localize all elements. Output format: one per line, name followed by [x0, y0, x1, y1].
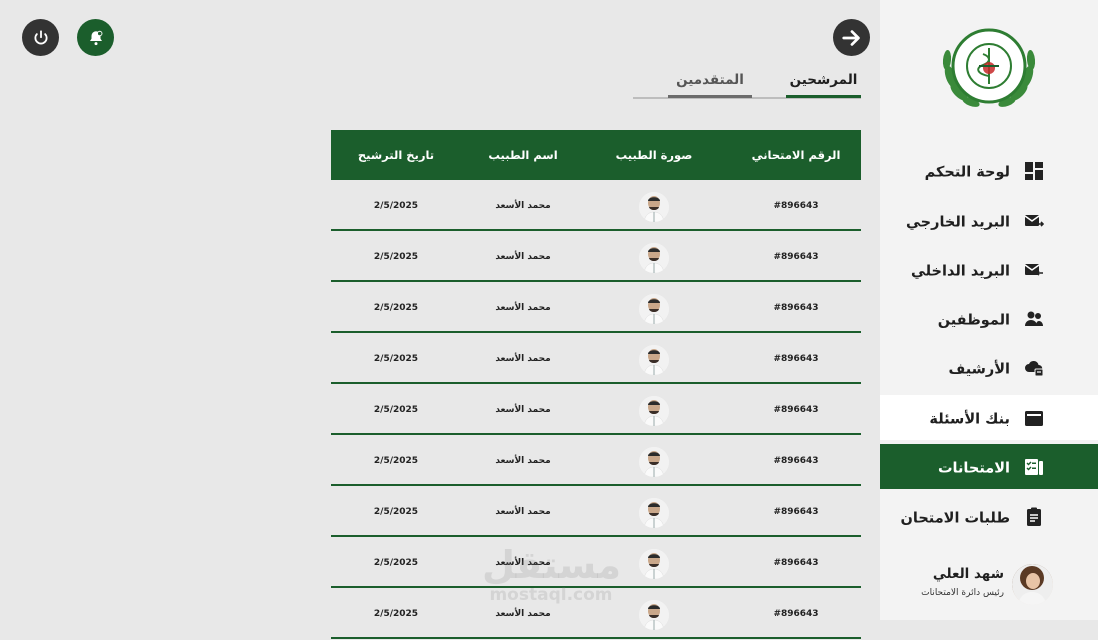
sidebar-item-cloud-archive[interactable]: الأرشيف — [880, 345, 1098, 390]
avatar — [1012, 564, 1053, 605]
watermark-arabic: مستقل — [482, 543, 621, 587]
table-row[interactable]: #896643 محمد الأسعد 2/5/2025 — [331, 435, 861, 486]
doctor-name: محمد الأسعد — [495, 507, 551, 517]
doctor-name: محمد الأسعد — [495, 405, 551, 415]
exam-number: #896643 — [773, 558, 819, 568]
arrow-right-icon — [841, 29, 860, 46]
sidebar-item-label: لوحة التحكم — [924, 164, 1010, 180]
table-row[interactable]: #896643 محمد الأسعد 2/5/2025 — [331, 180, 861, 231]
header-doctor-photo: صورة الطبيب — [615, 148, 693, 162]
sidebar-item-label: الموظفين — [937, 312, 1010, 328]
doctor-name: محمد الأسعد — [495, 201, 551, 211]
nomination-date: 2/5/2025 — [373, 405, 419, 415]
exam-number: #896643 — [773, 354, 819, 364]
sidebar-item-label: طلبات الامتحان — [900, 510, 1011, 526]
nomination-date: 2/5/2025 — [373, 201, 419, 211]
exam-number: #896643 — [773, 201, 819, 211]
sidebar-item-mail-incoming[interactable]: البريد الداخلي — [880, 247, 1098, 292]
table-row[interactable]: #896643 محمد الأسعد 2/5/2025 — [331, 282, 861, 333]
sidebar-item-label: بنك الأسئلة — [929, 411, 1010, 427]
table-row[interactable]: #896643 محمد الأسعد 2/5/2025 — [331, 333, 861, 384]
bell-icon — [89, 30, 102, 45]
nomination-date: 2/5/2025 — [373, 303, 419, 313]
exam-number: #896643 — [773, 405, 819, 415]
question-bank-icon — [1024, 408, 1044, 428]
nomination-date: 2/5/2025 — [373, 609, 419, 619]
power-button[interactable] — [22, 19, 59, 56]
sidebar-item-label: الامتحانات — [937, 460, 1010, 476]
sidebar-item-users[interactable]: الموظفين — [880, 296, 1098, 341]
exam-number: #896643 — [773, 609, 819, 619]
doctor-photo — [639, 192, 669, 222]
syrian-board-logo — [942, 28, 1036, 107]
nomination-date: 2/5/2025 — [373, 456, 419, 466]
table-header: الرقم الامتحاني صورة الطبيب اسم الطبيب ت… — [331, 130, 861, 180]
exam-number: #896643 — [773, 303, 819, 313]
tabs: المرشحين المتقدمين — [633, 72, 861, 100]
exams-icon — [1024, 457, 1044, 477]
users-icon — [1024, 309, 1044, 329]
sidebar-item-dashboard[interactable]: لوحة التحكم — [880, 148, 1098, 193]
table-row[interactable]: #896643 محمد الأسعد 2/5/2025 — [331, 231, 861, 282]
nomination-date: 2/5/2025 — [373, 354, 419, 364]
header-nomination-date: تاريخ الترشيح — [357, 148, 435, 162]
nomination-date: 2/5/2025 — [373, 558, 419, 568]
doctor-name: محمد الأسعد — [495, 354, 551, 364]
user-profile[interactable]: شهد العلي رئيس دائرة الامتحانات — [880, 552, 1098, 620]
nomination-date: 2/5/2025 — [373, 507, 419, 517]
sidebar: لوحة التحكم البريد الخارجي البريد الداخلي ا… — [880, 0, 1098, 620]
nomination-date: 2/5/2025 — [373, 252, 419, 262]
doctor-photo — [639, 447, 669, 477]
doctor-photo — [639, 498, 669, 528]
doctor-photo — [639, 243, 669, 273]
sidebar-item-question-bank[interactable]: بنك الأسئلة — [880, 395, 1098, 440]
power-icon — [33, 29, 48, 44]
doctor-photo — [639, 600, 669, 630]
sidebar-item-label: البريد الداخلي — [910, 263, 1010, 279]
doctor-photo — [639, 549, 669, 579]
doctor-name: محمد الأسعد — [495, 252, 551, 262]
profile-role: رئيس دائرة الامتحانات — [921, 588, 1004, 598]
doctor-name: محمد الأسعد — [495, 303, 551, 313]
header-exam-number: الرقم الامتحاني — [751, 148, 841, 162]
exam-number: #896643 — [773, 456, 819, 466]
watermark-english: mostaql.com — [489, 585, 613, 605]
sidebar-item-label: البريد الخارجي — [906, 214, 1010, 230]
mail-outgoing-icon — [1024, 211, 1044, 231]
tab-candidates[interactable]: المرشحين — [786, 72, 861, 98]
sidebar-item-exam-requests[interactable]: طلبات الامتحان — [880, 494, 1098, 539]
sidebar-item-label: الأرشيف — [948, 361, 1010, 377]
sidebar-item-mail-outgoing[interactable]: البريد الخارجي — [880, 198, 1098, 243]
header-doctor-name: اسم الطبيب — [488, 148, 558, 162]
tab-applicants[interactable]: المتقدمين — [668, 72, 752, 98]
cloud-archive-icon — [1024, 358, 1044, 378]
back-button[interactable] — [833, 19, 870, 56]
doctor-photo — [639, 345, 669, 375]
doctor-name: محمد الأسعد — [495, 456, 551, 466]
doctor-photo — [639, 396, 669, 426]
profile-name: شهد العلي — [932, 566, 1004, 582]
sidebar-item-exams[interactable]: الامتحانات — [880, 444, 1098, 489]
table-row[interactable]: #896643 محمد الأسعد 2/5/2025 — [331, 384, 861, 435]
exam-requests-icon — [1024, 507, 1044, 527]
dashboard-icon — [1024, 161, 1044, 181]
doctor-photo — [639, 294, 669, 324]
watermark: مستقل mostaql.com — [482, 543, 621, 607]
table-row[interactable]: #896643 محمد الأسعد 2/5/2025 — [331, 486, 861, 537]
notifications-button[interactable] — [77, 19, 114, 56]
exam-number: #896643 — [773, 252, 819, 262]
mail-incoming-icon — [1024, 260, 1044, 280]
exam-number: #896643 — [773, 507, 819, 517]
